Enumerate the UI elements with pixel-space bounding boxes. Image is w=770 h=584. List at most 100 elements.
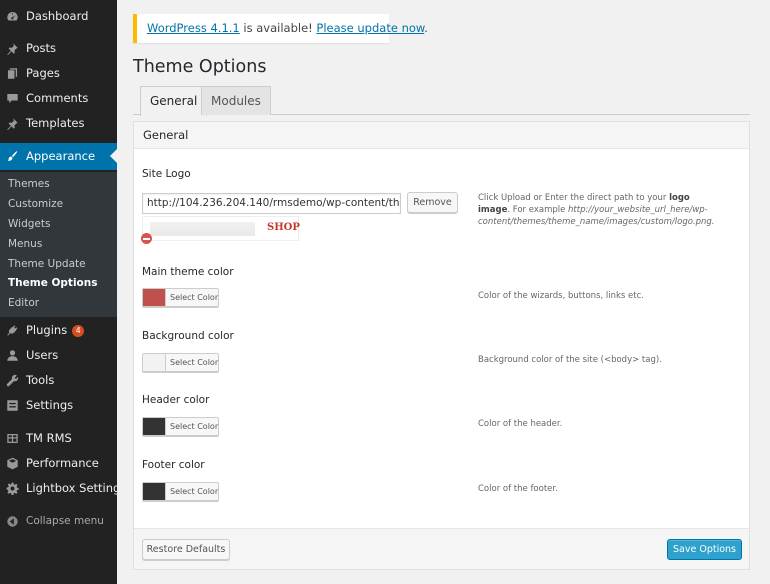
update-count-badge: 4: [72, 325, 85, 337]
site-logo-url-value: http://104.236.204.140/rmsdemo/wp-conten…: [147, 197, 401, 209]
submenu-item-widgets[interactable]: Widgets: [8, 216, 50, 232]
sidebar-item-label: Posts: [26, 41, 57, 55]
pin-icon: [6, 42, 19, 55]
sidebar-item-label: Comments: [26, 91, 89, 105]
restore-defaults-button[interactable]: Restore Defaults: [142, 539, 230, 560]
sidebar-item-label: Lightbox Settings: [26, 481, 127, 495]
collapse-arrow-icon: [6, 515, 19, 528]
tab-modules[interactable]: Modules: [201, 86, 271, 115]
desc-text: . For example: [507, 205, 569, 215]
sidebar-item-label: Appearance: [26, 149, 96, 163]
sidebar-item-lightbox-settings[interactable]: Lightbox Settings: [0, 476, 126, 501]
site-logo-desc-line3: content/themes/theme_name/images/custom/…: [478, 216, 715, 228]
appearance-submenu: Themes Customize Widgets Menus Theme Upd…: [0, 172, 117, 317]
save-options-button[interactable]: Save Options: [667, 539, 742, 560]
remove-icon-anchor: [141, 222, 152, 244]
sidebar-item-tm-rms[interactable]: TM RMS: [0, 426, 117, 451]
sidebar-item-posts[interactable]: Posts: [0, 36, 117, 61]
plug-icon: [6, 324, 19, 337]
update-now-link[interactable]: Please update now: [316, 21, 424, 35]
submenu-item-editor[interactable]: Editor: [8, 295, 39, 311]
sidebar-item-appearance[interactable]: Appearance: [0, 143, 117, 170]
sidebar-item-label: Settings: [26, 398, 74, 412]
cube-icon: [6, 457, 19, 470]
select-color-label: Select Color: [170, 358, 219, 367]
sidebar-item-settings[interactable]: Settings: [0, 393, 117, 418]
sidebar-item-comments[interactable]: Comments: [0, 86, 117, 111]
sidebar-item-label: Templates: [26, 116, 85, 130]
footer-color-label: Footer color: [142, 459, 205, 471]
options-panel: General Site Logo http://104.236.204.140…: [133, 121, 750, 570]
collapse-menu-button[interactable]: Collapse menu: [0, 509, 117, 534]
submenu-item-themes[interactable]: Themes: [8, 176, 50, 192]
sidebar-item-users[interactable]: Users: [0, 343, 117, 368]
gear-icon: [6, 482, 19, 495]
header-color-picker[interactable]: Select Color: [142, 417, 219, 436]
background-color-description: Background color of the site (<body> tag…: [478, 355, 662, 365]
comment-bubble-icon: [6, 92, 19, 105]
site-logo-label: Site Logo: [142, 168, 191, 180]
pin-icon: [6, 117, 19, 130]
logo-preview: SHOP: [142, 216, 300, 241]
admin-sidebar: Dashboard Posts Pages Comments Templates…: [0, 0, 126, 584]
submenu-item-menus[interactable]: Menus: [8, 236, 42, 252]
sidebar-item-label: Plugins: [26, 323, 68, 337]
desc-example-url: http://your_website_url_here/wp-: [568, 205, 708, 215]
site-logo-desc-line2: image. For example http://your_website_u…: [478, 204, 715, 216]
site-logo-description: Click Upload or Enter the direct path to…: [478, 192, 715, 228]
settings-icon: [6, 399, 19, 412]
tab-general[interactable]: General: [140, 86, 208, 116]
main-theme-color-label: Main theme color: [142, 266, 234, 278]
wrench-icon: [6, 374, 19, 387]
sidebar-item-tools[interactable]: Tools: [0, 368, 117, 393]
color-swatch: [143, 483, 166, 500]
remove-logo-button[interactable]: Remove: [407, 192, 458, 213]
update-notice: WordPress 4.1.1 is available! Please upd…: [133, 14, 428, 43]
notice-period: .: [424, 21, 428, 35]
collapse-menu-label: Collapse menu: [26, 515, 104, 527]
sidebar-item-pages[interactable]: Pages: [0, 61, 117, 86]
desc-text: Click Upload or Enter the direct path to…: [478, 193, 670, 203]
sidebar-item-label: Performance: [26, 456, 99, 470]
footer-color-picker[interactable]: Select Color: [142, 482, 219, 501]
sidebar-item-templates[interactable]: Templates: [0, 111, 117, 136]
notice-text: is available!: [239, 21, 317, 35]
page-title: Theme Options: [133, 57, 267, 77]
color-swatch: [143, 289, 166, 306]
panel-footer: Restore Defaults Save Options: [134, 528, 749, 569]
sidebar-item-label: Tools: [26, 373, 55, 387]
paintbrush-icon: [6, 150, 19, 163]
wordpress-version-link[interactable]: WordPress 4.1.1: [147, 21, 240, 35]
desc-example-path: content/themes/theme_name/images/custom/…: [478, 217, 715, 227]
sidebar-item-label: TM RMS: [26, 431, 72, 445]
submenu-item-customize[interactable]: Customize: [8, 196, 63, 212]
main-theme-color-picker[interactable]: Select Color: [142, 288, 219, 307]
header-color-description: Color of the header.: [478, 419, 563, 429]
desc-bold-image: image: [478, 205, 508, 215]
color-swatch: [143, 354, 166, 371]
submenu-item-theme-update[interactable]: Theme Update: [8, 256, 86, 272]
sidebar-item-performance[interactable]: Performance: [0, 451, 117, 476]
select-color-label: Select Color: [170, 422, 219, 431]
logo-preview-faded-text: [150, 222, 255, 236]
submenu-item-theme-options[interactable]: Theme Options: [8, 275, 97, 291]
footer-color-description: Color of the footer.: [478, 484, 558, 494]
sidebar-item-dashboard[interactable]: Dashboard: [0, 4, 117, 29]
dashboard-icon: [6, 10, 19, 23]
site-logo-desc-line1: Click Upload or Enter the direct path to…: [478, 192, 715, 204]
sidebar-item-label: Users: [26, 348, 59, 362]
select-color-label: Select Color: [170, 293, 219, 302]
sidebar-item-plugins[interactable]: Plugins 4: [0, 318, 117, 343]
pages-icon: [6, 67, 19, 80]
user-icon: [6, 349, 19, 362]
remove-icon[interactable]: [141, 233, 152, 244]
site-logo-url-input[interactable]: http://104.236.204.140/rmsdemo/wp-conten…: [142, 193, 401, 214]
logo-preview-shop-text: SHOP: [267, 222, 300, 233]
header-color-label: Header color: [142, 394, 210, 406]
background-color-picker[interactable]: Select Color: [142, 353, 219, 372]
select-color-label: Select Color: [170, 487, 219, 496]
main-theme-color-description: Color of the wizards, buttons, links etc…: [478, 291, 644, 301]
table-icon: [6, 432, 19, 445]
sidebar-item-label: Dashboard: [26, 9, 89, 23]
color-swatch: [143, 418, 166, 435]
